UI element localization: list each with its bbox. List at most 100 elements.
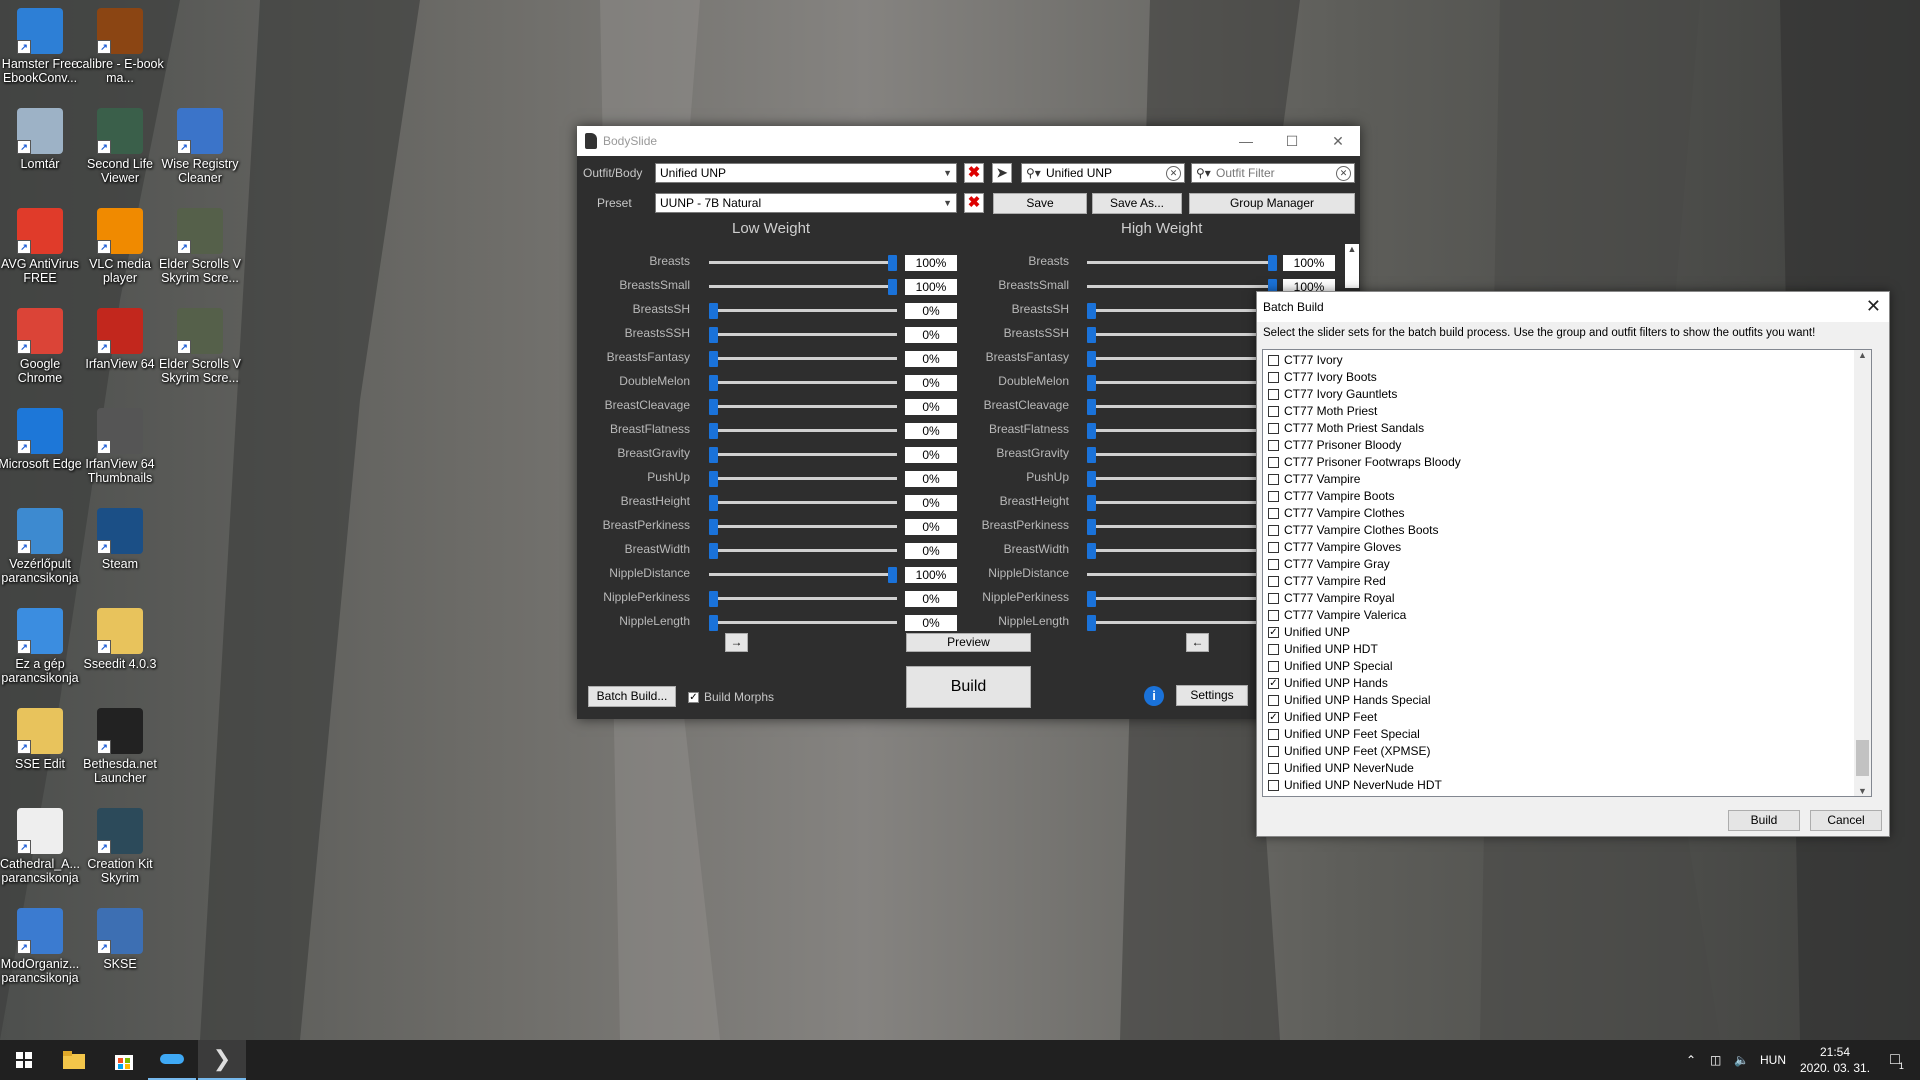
slider-track-low[interactable] xyxy=(709,501,897,504)
slider-thumb-high[interactable] xyxy=(1087,495,1096,511)
slider-thumb-high[interactable] xyxy=(1087,615,1096,631)
slider-thumb-low[interactable] xyxy=(709,303,718,319)
outfit-checkbox[interactable] xyxy=(1268,406,1279,417)
slider-track-high[interactable] xyxy=(1087,501,1277,504)
outfit-checkbox[interactable]: ✓ xyxy=(1268,712,1279,723)
slider-thumb-low[interactable] xyxy=(709,399,718,415)
slider-thumb-low[interactable] xyxy=(709,543,718,559)
slider-thumb-high[interactable] xyxy=(1087,303,1096,319)
game-app-taskbar-button[interactable] xyxy=(148,1040,196,1080)
outfit-list-item[interactable]: CT77 Vampire xyxy=(1268,471,1360,488)
clock[interactable]: 21:54 2020. 03. 31. xyxy=(1795,1040,1875,1080)
slider-thumb-high[interactable] xyxy=(1268,255,1277,271)
bodyslide-taskbar-button[interactable]: ❯ xyxy=(198,1040,246,1080)
outfit-checkbox[interactable] xyxy=(1268,491,1279,502)
outfit-list-item[interactable]: CT77 Vampire Boots xyxy=(1268,488,1395,505)
outfit-checkbox[interactable] xyxy=(1268,457,1279,468)
scroll-up-icon[interactable]: ▲ xyxy=(1345,244,1359,254)
info-icon[interactable]: i xyxy=(1144,686,1164,706)
desktop-icon[interactable]: ↗ Bethesda.net Launcher xyxy=(76,708,164,785)
outfit-checkbox[interactable] xyxy=(1268,610,1279,621)
slider-track-low[interactable] xyxy=(709,381,897,384)
desktop-icon[interactable]: ↗ AVG AntiVirus FREE xyxy=(0,208,84,285)
batch-build-titlebar[interactable]: Batch Build ✕ xyxy=(1257,292,1889,322)
slider-value-low[interactable]: 0% xyxy=(905,471,957,487)
show-hidden-icons-button[interactable]: ⌃ xyxy=(1686,1040,1696,1080)
slider-track-high[interactable] xyxy=(1087,429,1277,432)
minimize-button[interactable]: — xyxy=(1223,126,1269,156)
scroll-thumb[interactable] xyxy=(1856,740,1869,776)
desktop-icon[interactable]: ↗ Google Chrome xyxy=(0,308,84,385)
outfit-checkbox[interactable] xyxy=(1268,372,1279,383)
outfit-list-item[interactable]: ✓ Unified UNP xyxy=(1268,624,1350,641)
outfit-list-item[interactable]: Unified UNP NeverNude xyxy=(1268,760,1414,777)
slider-value-low[interactable]: 100% xyxy=(905,567,957,583)
outfit-checkbox[interactable] xyxy=(1268,780,1279,791)
slider-value-low[interactable]: 0% xyxy=(905,327,957,343)
slider-thumb-high[interactable] xyxy=(1087,471,1096,487)
desktop-icon[interactable]: ↗ VLC media player xyxy=(76,208,164,285)
outfit-checkbox[interactable] xyxy=(1268,542,1279,553)
slider-track-low[interactable] xyxy=(709,309,897,312)
desktop-icon[interactable]: ↗ Lomtár xyxy=(0,108,84,171)
build-morphs-checkbox[interactable]: ✓ xyxy=(688,691,699,703)
outfit-checkbox[interactable] xyxy=(1268,661,1279,672)
outfit-list-item[interactable]: Unified UNP Hands Special xyxy=(1268,692,1431,709)
slider-track-high[interactable] xyxy=(1087,477,1277,480)
bodyslide-titlebar[interactable]: BodySlide — ☐ ✕ xyxy=(577,126,1360,156)
slider-thumb-low[interactable] xyxy=(709,375,718,391)
slider-value-low[interactable]: 0% xyxy=(905,519,957,535)
checklist-scrollbar[interactable]: ▲ ▼ xyxy=(1854,350,1871,796)
preset-select[interactable]: UUNP - 7B Natural ▼ xyxy=(655,193,957,213)
slider-track-high[interactable] xyxy=(1087,597,1277,600)
slider-value-low[interactable]: 0% xyxy=(905,615,957,631)
slider-track-high[interactable] xyxy=(1087,285,1277,288)
outfit-list-item[interactable]: Unified UNP HDT xyxy=(1268,641,1378,658)
slider-thumb-low[interactable] xyxy=(709,447,718,463)
slider-scrollbar[interactable]: ▲ xyxy=(1345,244,1359,288)
clear-search-icon[interactable]: ✕ xyxy=(1166,166,1181,181)
outfit-list-item[interactable]: CT77 Vampire Royal xyxy=(1268,590,1394,607)
outfit-checkbox[interactable] xyxy=(1268,389,1279,400)
language-indicator[interactable]: HUN xyxy=(1760,1040,1786,1080)
outfit-list-item[interactable]: CT77 Vampire Valerica xyxy=(1268,607,1406,624)
slider-value-low[interactable]: 100% xyxy=(905,255,957,271)
desktop-icon[interactable]: ↗ IrfanView 64 xyxy=(76,308,164,371)
outfit-checkbox[interactable] xyxy=(1268,440,1279,451)
save-button[interactable]: Save xyxy=(993,193,1087,214)
outfit-checkbox[interactable] xyxy=(1268,423,1279,434)
slider-track-low[interactable] xyxy=(709,477,897,480)
batch-build-button[interactable]: Batch Build... xyxy=(588,686,676,707)
outfit-checkbox[interactable] xyxy=(1268,746,1279,757)
desktop-icon[interactable]: ↗ SKSE xyxy=(76,908,164,971)
outfit-list-item[interactable]: CT77 Vampire Clothes Boots xyxy=(1268,522,1439,539)
slider-thumb-high[interactable] xyxy=(1087,399,1096,415)
outfit-checklist[interactable]: CT77 Ivory CT77 Ivory Boots CT77 Ivory Gau… xyxy=(1262,349,1872,797)
outfit-body-select[interactable]: Unified UNP ▼ xyxy=(655,163,957,183)
slider-value-low[interactable]: 0% xyxy=(905,399,957,415)
outfit-checkbox[interactable] xyxy=(1268,695,1279,706)
outfit-checkbox[interactable] xyxy=(1268,355,1279,366)
slider-value-low[interactable]: 0% xyxy=(905,375,957,391)
clear-filter-icon[interactable]: ✕ xyxy=(1336,166,1351,181)
slider-thumb-high[interactable] xyxy=(1087,543,1096,559)
desktop-icon[interactable]: ↗ Ez a gép parancsikonja xyxy=(0,608,84,685)
start-button[interactable] xyxy=(0,1040,48,1080)
slider-thumb-high[interactable] xyxy=(1087,375,1096,391)
outfit-list-item[interactable]: ✓ Unified UNP Feet xyxy=(1268,709,1377,726)
close-icon[interactable]: ✕ xyxy=(1866,296,1881,317)
slider-value-high[interactable]: 100% xyxy=(1283,255,1335,271)
batch-build-dialog[interactable]: Batch Build ✕ Select the slider sets for… xyxy=(1256,291,1890,837)
slider-thumb-low[interactable] xyxy=(709,495,718,511)
desktop-icon[interactable]: ↗ Cathedral_A... parancsikonja xyxy=(0,808,84,885)
outfit-list-item[interactable]: CT77 Ivory xyxy=(1268,352,1343,369)
desktop-icon[interactable]: ↗ Hamster Free EbookConv... xyxy=(0,8,84,85)
maximize-button[interactable]: ☐ xyxy=(1269,126,1315,156)
slider-track-high[interactable] xyxy=(1087,549,1277,552)
build-button[interactable]: Build xyxy=(906,666,1031,708)
desktop-icon[interactable]: ↗ Creation Kit Skyrim xyxy=(76,808,164,885)
slider-track-high[interactable] xyxy=(1087,573,1277,576)
outfit-picker-icon[interactable]: ➤ xyxy=(992,163,1012,183)
slider-thumb-high[interactable] xyxy=(1087,447,1096,463)
preview-button[interactable]: Preview xyxy=(906,633,1031,652)
